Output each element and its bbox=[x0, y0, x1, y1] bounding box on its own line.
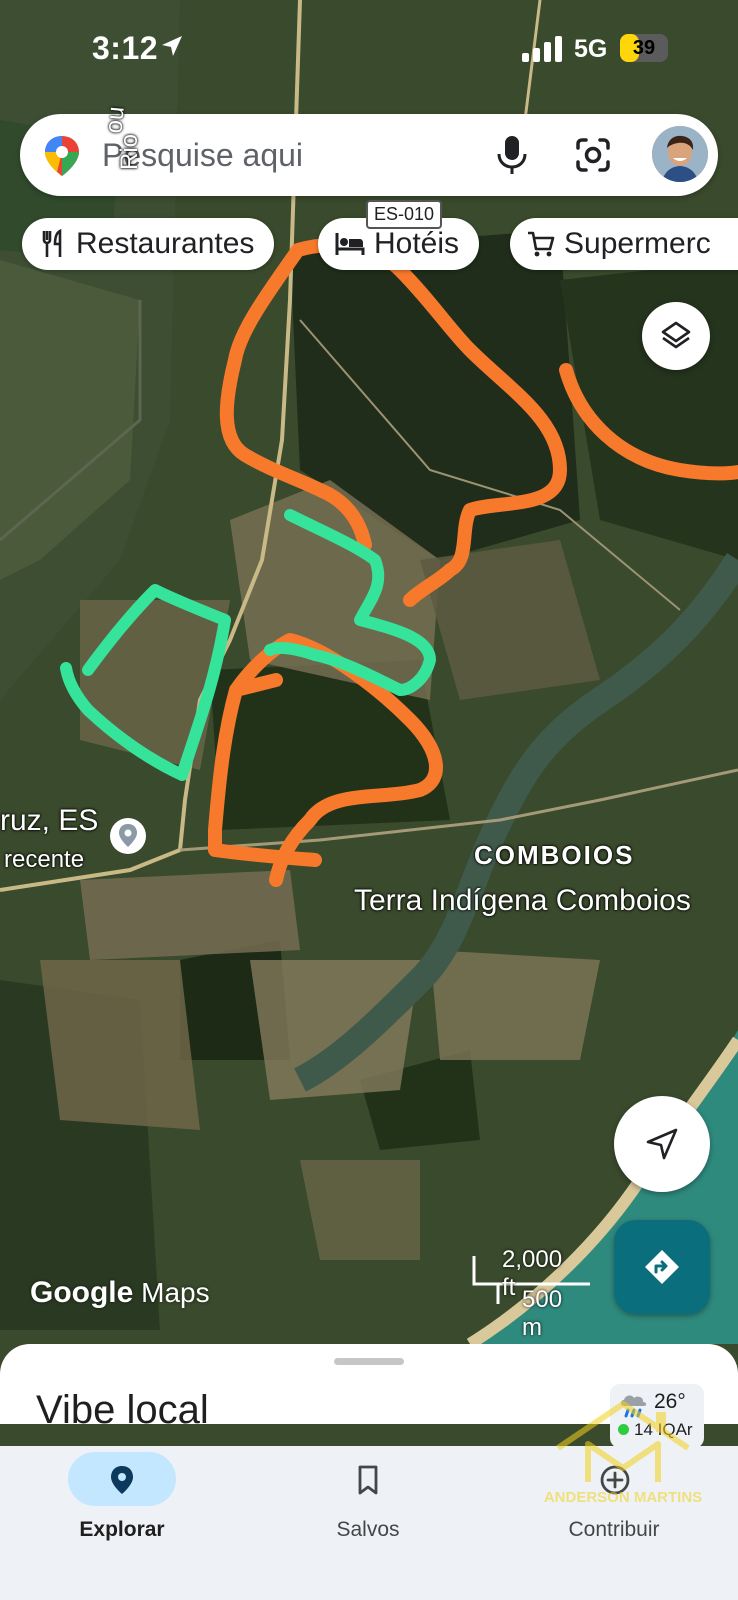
cell-signal-icon bbox=[522, 36, 562, 62]
status-bar: 3:12 5G 39 bbox=[0, 0, 738, 100]
maps-logo-text: Maps bbox=[141, 1277, 210, 1308]
directions-icon bbox=[645, 1250, 679, 1284]
scale-m: 500 m bbox=[522, 1286, 563, 1341]
layers-icon bbox=[661, 321, 691, 349]
google-lens-icon[interactable] bbox=[572, 134, 614, 176]
bookmark-icon bbox=[358, 1465, 378, 1495]
sheet-drag-handle[interactable] bbox=[334, 1358, 404, 1365]
chip-label: Restaurantes bbox=[76, 227, 255, 260]
nav-explore[interactable]: Explorar bbox=[22, 1446, 222, 1576]
nav-saved[interactable]: Salvos bbox=[268, 1446, 468, 1576]
chip-label: Supermerc bbox=[564, 227, 711, 260]
chip-restaurants[interactable]: Restaurantes bbox=[22, 218, 275, 270]
directions-button[interactable] bbox=[614, 1220, 710, 1314]
nav-label: Contribuir bbox=[568, 1518, 660, 1541]
microphone-icon[interactable] bbox=[492, 134, 532, 176]
navigation-arrow-icon bbox=[646, 1128, 678, 1160]
hotel-icon bbox=[335, 233, 365, 255]
area-title[interactable]: COMBOIOS bbox=[474, 840, 634, 871]
map-layers-button[interactable] bbox=[642, 302, 710, 370]
restaurant-icon bbox=[42, 229, 62, 257]
place-label[interactable]: ruz, ES bbox=[0, 804, 98, 838]
area-subtitle[interactable]: Terra Indígena Comboios bbox=[354, 884, 691, 918]
recent-place-marker-icon[interactable] bbox=[108, 816, 148, 856]
place-sublabel: recente bbox=[4, 846, 85, 873]
road-label: ES-010 bbox=[366, 200, 443, 229]
my-location-button[interactable] bbox=[614, 1096, 710, 1192]
network-type: 5G bbox=[574, 35, 608, 63]
chip-supermarkets[interactable]: Supermerc bbox=[510, 218, 738, 270]
status-time: 3:12 bbox=[92, 30, 159, 66]
nav-label: Salvos bbox=[336, 1518, 400, 1541]
google-maps-logo: Google Maps bbox=[30, 1276, 210, 1310]
battery-percent: 39 bbox=[632, 37, 656, 59]
cart-icon bbox=[528, 231, 555, 257]
house-m-logo-icon: ANDERSON MARTINS bbox=[544, 1401, 702, 1506]
river-label-2: no bbox=[102, 105, 132, 135]
nav-label: Explorar bbox=[79, 1518, 165, 1541]
explore-pin-icon bbox=[111, 1466, 133, 1494]
user-avatar[interactable] bbox=[652, 126, 708, 182]
chip-label: Hotéis bbox=[374, 227, 460, 260]
watermark-text: ANDERSON MARTINS bbox=[544, 1489, 702, 1506]
battery-indicator: 39 bbox=[620, 34, 668, 62]
search-input[interactable] bbox=[102, 134, 402, 176]
google-logo-text: Google bbox=[30, 1276, 134, 1309]
river-label: Rio bbox=[116, 133, 143, 170]
sheet-title: Vibe local bbox=[36, 1388, 209, 1432]
google-maps-pin-icon bbox=[45, 136, 79, 176]
location-arrow-icon bbox=[162, 36, 182, 56]
